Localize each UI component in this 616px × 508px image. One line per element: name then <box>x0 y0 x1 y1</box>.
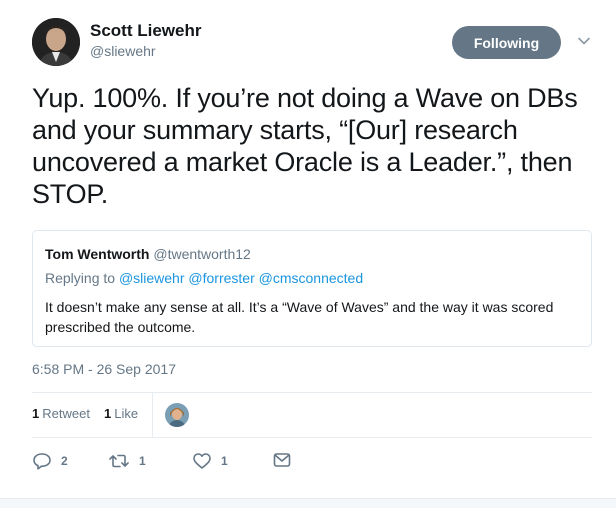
following-button[interactable]: Following <box>452 26 561 59</box>
author-name[interactable]: Scott Liewehr <box>90 21 201 41</box>
like-stat-label: Like <box>114 406 139 421</box>
tweet-header: Scott Liewehr @sliewehr Following <box>32 18 592 70</box>
reply-count: 2 <box>61 454 68 468</box>
quoted-text: It doesn’t make any sense at all. It’s a… <box>45 299 554 335</box>
retweet-stat-count: 1 <box>32 406 40 421</box>
heart-icon <box>193 453 211 469</box>
stats-separator <box>152 393 153 437</box>
mention-link[interactable]: @cmsconnected <box>259 270 363 286</box>
retweet-action[interactable]: 1 <box>108 452 146 470</box>
retweet-stat-label: Retweet <box>42 406 90 421</box>
quoted-author-name: Tom Wentworth <box>45 246 150 262</box>
tweet-text: Yup. 100%. If you’re not doing a Wave on… <box>32 83 578 209</box>
reply-action[interactable]: 2 <box>32 452 68 470</box>
like-count: 1 <box>221 454 228 468</box>
message-action[interactable] <box>273 452 291 468</box>
quoted-author[interactable]: Tom Wentworth @twentworth12 <box>45 246 251 262</box>
tweet-actions: 2 1 1 <box>32 450 592 474</box>
liker-avatar[interactable] <box>165 403 189 427</box>
timestamp[interactable]: 6:58 PM - 26 Sep 2017 <box>32 361 176 377</box>
message-icon <box>273 453 291 467</box>
retweet-icon <box>109 454 129 468</box>
retweet-stat[interactable]: 1 Retweet <box>32 406 90 421</box>
engagement-stats: 1 Retweet 1 Like <box>32 393 592 437</box>
like-stat-count: 1 <box>104 406 112 421</box>
reply-icon <box>33 453 51 470</box>
divider <box>32 437 592 438</box>
author-avatar[interactable] <box>32 18 80 66</box>
chevron-down-icon[interactable] <box>577 34 591 48</box>
quoted-author-handle: @twentworth12 <box>153 246 251 262</box>
retweet-count: 1 <box>139 454 146 468</box>
mention-link[interactable]: @sliewehr <box>119 270 185 286</box>
replying-to-label: Replying to <box>45 270 116 286</box>
like-stat[interactable]: 1 Like <box>104 406 138 421</box>
mention-link[interactable]: @forrester <box>188 270 254 286</box>
author-handle[interactable]: @sliewehr <box>90 43 156 59</box>
replying-to-line: Replying to @sliewehr @forrester @cmscon… <box>45 270 363 286</box>
quoted-tweet[interactable]: Tom Wentworth @twentworth12 Replying to … <box>32 230 592 347</box>
like-action[interactable]: 1 <box>192 452 228 470</box>
